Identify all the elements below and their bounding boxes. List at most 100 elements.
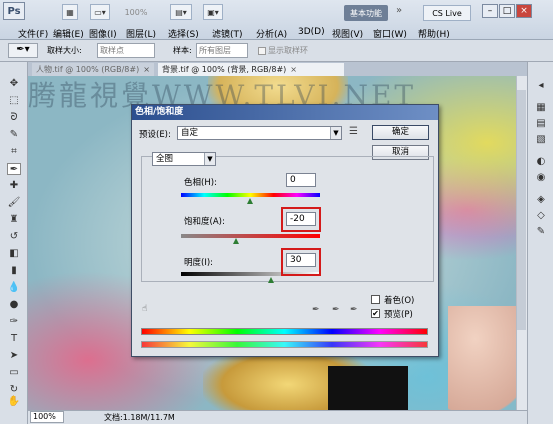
scrollbar-thumb[interactable] [517,90,526,330]
dialog-title: 色相/饱和度 [132,105,438,120]
history-brush-icon[interactable]: ↺ [7,231,21,243]
preview-label: 预览(P) [384,310,413,320]
show-ring-label: 显示取样环 [268,46,308,55]
chevron-down-icon: ▼ [330,127,341,139]
channel-select[interactable]: 全图 ▼ [152,152,216,166]
close-button[interactable]: × [516,4,532,18]
saturation-slider[interactable] [181,234,320,238]
menu-analysis[interactable]: 分析(A) [256,27,287,40]
options-bar: ✒▾ 取样大小: 取样点 样本: 所有图层 显示取样环 [0,40,553,62]
workspace-button[interactable]: 基本功能 [344,5,388,21]
hue-slider[interactable] [181,193,320,197]
stamp-tool-icon[interactable]: ♜ [7,214,21,226]
healing-tool-icon[interactable]: ✚ [7,180,21,192]
panel-collapse-icon[interactable]: ◂ [534,80,548,92]
rotate-3d-tool-icon[interactable]: ↻ [7,384,21,396]
chevron-down-icon: ▼ [204,153,215,165]
bridge-icon[interactable]: ▦ [62,4,78,20]
eyedropper-plus-icon[interactable]: ✒ [332,305,340,315]
layers-panel-icon[interactable]: ◈ [534,194,548,206]
saturation-label: 饱和度(A): [184,217,225,227]
tab-document-1[interactable]: 人物.tif @ 100% (RGB/8#) × [32,63,154,76]
preview-checkbox[interactable]: ✔ [371,309,380,318]
crop-tool-icon[interactable]: ⌗ [7,146,21,158]
artwork-dark-area [328,366,408,410]
highlight-box-saturation [281,207,321,232]
menu-filter[interactable]: 滤镜(T) [212,27,243,40]
hue-slider-thumb[interactable] [247,198,253,204]
menu-view[interactable]: 视图(V) [332,27,363,40]
menu-window[interactable]: 窗口(W) [373,27,407,40]
colorize-label: 着色(O) [384,296,415,306]
menu-help[interactable]: 帮助(H) [418,27,450,40]
screen-mode-icon[interactable]: ▣▾ [203,4,223,20]
hue-field[interactable]: 0 [286,173,316,187]
channel-value: 全图 [156,154,174,164]
move-tool-icon[interactable]: ✥ [7,78,21,90]
saturation-slider-thumb[interactable] [233,238,239,244]
targeted-adjustment-icon[interactable]: ☝ [142,304,147,314]
hand-tool-icon[interactable]: ✋ [7,396,21,408]
pen-tool-icon[interactable]: ✑ [7,316,21,328]
eyedropper-tool-icon[interactable]: ✒ [7,163,21,175]
styles-panel-icon[interactable]: ▧ [534,134,548,146]
cs-live-button[interactable]: CS Live [423,5,471,21]
menu-file[interactable]: 文件(F) [18,27,48,40]
color-panel-icon[interactable]: ▦ [534,102,548,114]
eyedropper-icon[interactable]: ✒ [312,305,320,315]
close-icon[interactable]: × [290,65,297,74]
menu-3d[interactable]: 3D(D) [298,27,325,37]
lasso-tool-icon[interactable]: ᘐ [7,112,21,124]
app-logo: Ps [3,2,25,20]
arrange-documents-icon[interactable]: ▤▾ [170,4,192,20]
masks-panel-icon[interactable]: ◉ [534,172,548,184]
swatches-panel-icon[interactable]: ▤ [534,118,548,130]
maximize-button[interactable]: □ [499,4,515,18]
preset-select[interactable]: 自定 ▼ [177,126,342,140]
ok-button[interactable]: 确定 [372,125,429,140]
close-icon[interactable]: × [143,65,150,74]
menu-edit[interactable]: 编辑(E) [53,27,84,40]
minimize-button[interactable]: – [482,4,498,18]
output-color-bar [141,341,428,348]
zoom-level[interactable]: 100% [124,4,148,20]
shape-tool-icon[interactable]: ▭ [7,367,21,379]
tab-label: 背景.tif @ 100% (背景, RGB/8#) [162,65,287,74]
show-ring-checkbox[interactable] [258,47,266,55]
dodge-tool-icon[interactable]: ● [7,299,21,311]
type-tool-icon[interactable]: T [7,333,21,345]
menu-image[interactable]: 图像(I) [89,27,117,40]
colorize-checkbox[interactable] [371,295,380,304]
zoom-field[interactable]: 100% [30,411,64,423]
brush-tool-icon[interactable]: 🖌 [7,197,21,209]
adjustments-panel-icon[interactable]: ◐ [534,156,548,168]
tools-panel: ✥ ⬚ ᘐ ✎ ⌗ ✒ ✚ 🖌 ♜ ↺ ◧ ▮ 💧 ● ✑ T ➤ ▭ ↻ ✋ [0,62,28,424]
lightness-slider-thumb[interactable] [268,277,274,283]
path-select-tool-icon[interactable]: ➤ [7,350,21,362]
menu-select[interactable]: 选择(S) [168,27,199,40]
marquee-tool-icon[interactable]: ⬚ [7,95,21,107]
eyedropper-preset-icon[interactable]: ✒▾ [8,43,38,58]
preset-options-icon[interactable]: ☰ [349,126,358,137]
more-workspaces-icon[interactable]: » [396,5,402,16]
view-extras-icon[interactable]: ▭▾ [90,4,110,20]
menu-layer[interactable]: 图层(L) [126,27,156,40]
sample-select[interactable]: 所有图层 [196,43,248,58]
paths-panel-icon[interactable]: ✎ [534,226,548,238]
eyedropper-minus-icon[interactable]: ✒ [350,305,358,315]
hue-label: 色相(H): [184,178,217,188]
blur-tool-icon[interactable]: 💧 [7,282,21,294]
sample-size-label: 取样大小: [47,46,82,55]
preset-value: 自定 [181,128,199,138]
document-info: 文档:1.18M/11.7M [104,413,175,422]
tab-label: 人物.tif @ 100% (RGB/8#) [36,65,140,74]
menu-bar: Ps ▦ ▭▾ 100% ▤▾ ▣▾ 基本功能 » CS Live – □ × … [0,0,553,40]
channels-panel-icon[interactable]: ◇ [534,210,548,222]
sample-size-select[interactable]: 取样点 [97,43,155,58]
highlight-box-lightness [281,248,321,276]
eraser-tool-icon[interactable]: ◧ [7,248,21,260]
quick-select-tool-icon[interactable]: ✎ [7,129,21,141]
panel-dock: ◂ ▦ ▤ ▧ ◐ ◉ ◈ ◇ ✎ [527,62,553,424]
tab-document-2[interactable]: 背景.tif @ 100% (背景, RGB/8#) × [158,63,344,76]
gradient-tool-icon[interactable]: ▮ [7,265,21,277]
